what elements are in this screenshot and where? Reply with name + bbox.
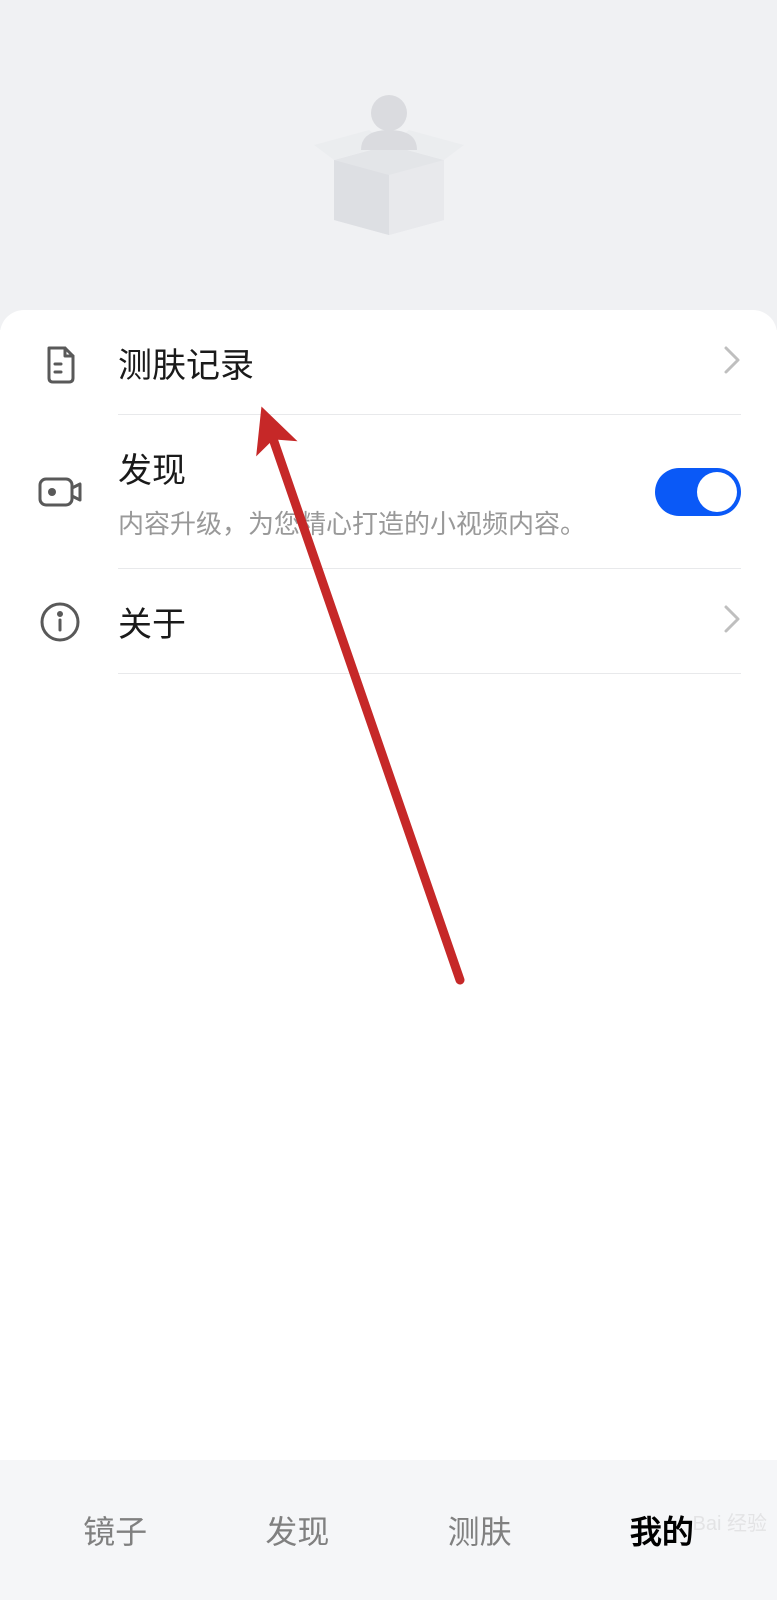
menu-item-about[interactable]: 关于 xyxy=(0,569,777,674)
watermark: Bai 经验 xyxy=(693,1507,767,1536)
document-icon xyxy=(36,339,84,387)
camera-icon xyxy=(36,468,84,516)
menu-item-discover[interactable]: 发现 内容升级，为您精心打造的小视频内容。 xyxy=(0,415,777,569)
chevron-right-icon xyxy=(723,345,741,380)
menu-item-skin-record[interactable]: 测肤记录 xyxy=(0,310,777,415)
nav-tab-skin-test[interactable]: 测肤 xyxy=(424,1491,536,1569)
nav-tab-mirror[interactable]: 镜子 xyxy=(59,1491,171,1569)
nav-tab-discover[interactable]: 发现 xyxy=(241,1491,353,1569)
menu-item-subtitle: 内容升级，为您精心打造的小视频内容。 xyxy=(118,504,655,541)
settings-list: 测肤记录 发现 内容升级，为您精心打造的小视频内容。 xyxy=(0,310,777,674)
header-empty-state xyxy=(0,0,777,330)
chevron-right-icon xyxy=(723,604,741,639)
info-icon xyxy=(36,598,84,646)
menu-item-label: 测肤记录 xyxy=(118,338,723,387)
empty-box-illustration xyxy=(299,75,479,255)
menu-item-label: 关于 xyxy=(118,597,723,646)
discover-toggle[interactable] xyxy=(655,468,741,516)
bottom-navigation: 镜子 发现 测肤 我的 xyxy=(0,1460,777,1600)
menu-item-label: 发现 xyxy=(118,443,655,492)
